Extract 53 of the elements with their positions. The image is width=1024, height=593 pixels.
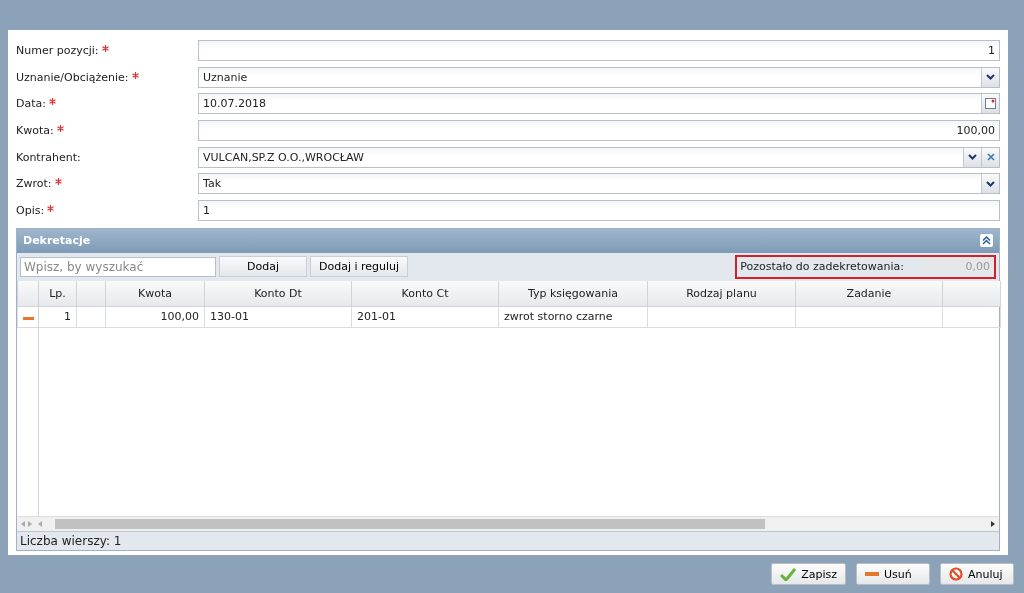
delete-button[interactable]: Usuń bbox=[856, 563, 930, 585]
dropdown-button[interactable] bbox=[963, 147, 981, 167]
dropdown-button[interactable] bbox=[981, 174, 999, 194]
close-icon bbox=[986, 153, 995, 162]
input-field[interactable]: 1 bbox=[198, 199, 1000, 221]
field-label: Kwota: bbox=[16, 123, 54, 137]
field-label: Opis: bbox=[16, 203, 45, 217]
calendar-button[interactable] bbox=[981, 94, 999, 114]
chevron-down-icon bbox=[968, 154, 977, 161]
table-cell: 201-01 bbox=[351, 306, 499, 328]
dropdown-field[interactable]: Tak bbox=[198, 173, 1000, 195]
column-header[interactable]: Konto Ct bbox=[351, 280, 499, 307]
table-cell: 100,00 bbox=[105, 306, 205, 328]
column-header[interactable]: Konto Dt bbox=[204, 280, 352, 307]
dropdown-field[interactable]: Uznanie bbox=[198, 66, 1000, 88]
panel-title: Dekretacje bbox=[23, 234, 91, 248]
table-cell: zwrot storno czarne bbox=[498, 306, 648, 328]
date-field[interactable]: 10.07.2018 bbox=[198, 93, 1000, 115]
save-button[interactable]: Zapisz bbox=[771, 563, 846, 585]
field-label: Zwrot: bbox=[16, 177, 52, 191]
chevron-down-icon bbox=[986, 180, 995, 187]
horizontal-scrollbar[interactable] bbox=[17, 515, 999, 531]
row-count: Liczba wierszy: 1 bbox=[20, 533, 122, 548]
column-header[interactable]: Kwota bbox=[105, 280, 205, 307]
minus-icon bbox=[865, 572, 879, 576]
calendar-icon bbox=[985, 98, 996, 110]
field-label: Uznanie/Obciążenie: bbox=[16, 70, 129, 84]
table-cell: 130-01 bbox=[204, 306, 352, 328]
input-field[interactable]: 100,00 bbox=[198, 119, 1000, 141]
table-cell: 1 bbox=[38, 306, 77, 328]
search-field[interactable]: Wpisz, by wyszukać bbox=[20, 256, 216, 277]
remaining-value: 0,00 bbox=[924, 256, 994, 277]
dropdown-button[interactable] bbox=[981, 67, 999, 87]
prohibited-icon bbox=[949, 567, 963, 581]
chevron-down-icon bbox=[986, 74, 995, 81]
column-header[interactable]: Rodzaj planu bbox=[647, 280, 796, 307]
field-label: Data: bbox=[16, 97, 46, 111]
cancel-button[interactable]: Anuluj bbox=[940, 563, 1014, 585]
dropdown-field[interactable]: VULCAN,SP.Z O.O.,WROCŁAW bbox=[198, 146, 1000, 168]
column-header[interactable]: Zadanie bbox=[795, 280, 943, 307]
input-field[interactable]: 1 bbox=[198, 39, 1000, 61]
scroll-right-icon bbox=[991, 520, 995, 527]
add-button[interactable]: Dodaj i reguluj bbox=[310, 256, 409, 278]
add-button[interactable]: Dodaj bbox=[219, 256, 307, 278]
column-header[interactable]: Typ księgowania bbox=[498, 280, 648, 307]
double-chevron-up-icon bbox=[982, 236, 991, 246]
collapse-button[interactable] bbox=[980, 234, 993, 248]
field-label: Numer pozycji: bbox=[16, 43, 99, 57]
remaining-label: Pozostało do zadekretowania: bbox=[739, 260, 905, 274]
checkmark-icon bbox=[780, 567, 797, 581]
field-label: Kontrahent: bbox=[16, 150, 81, 164]
minus-icon bbox=[23, 317, 34, 321]
clear-button[interactable] bbox=[981, 147, 999, 167]
